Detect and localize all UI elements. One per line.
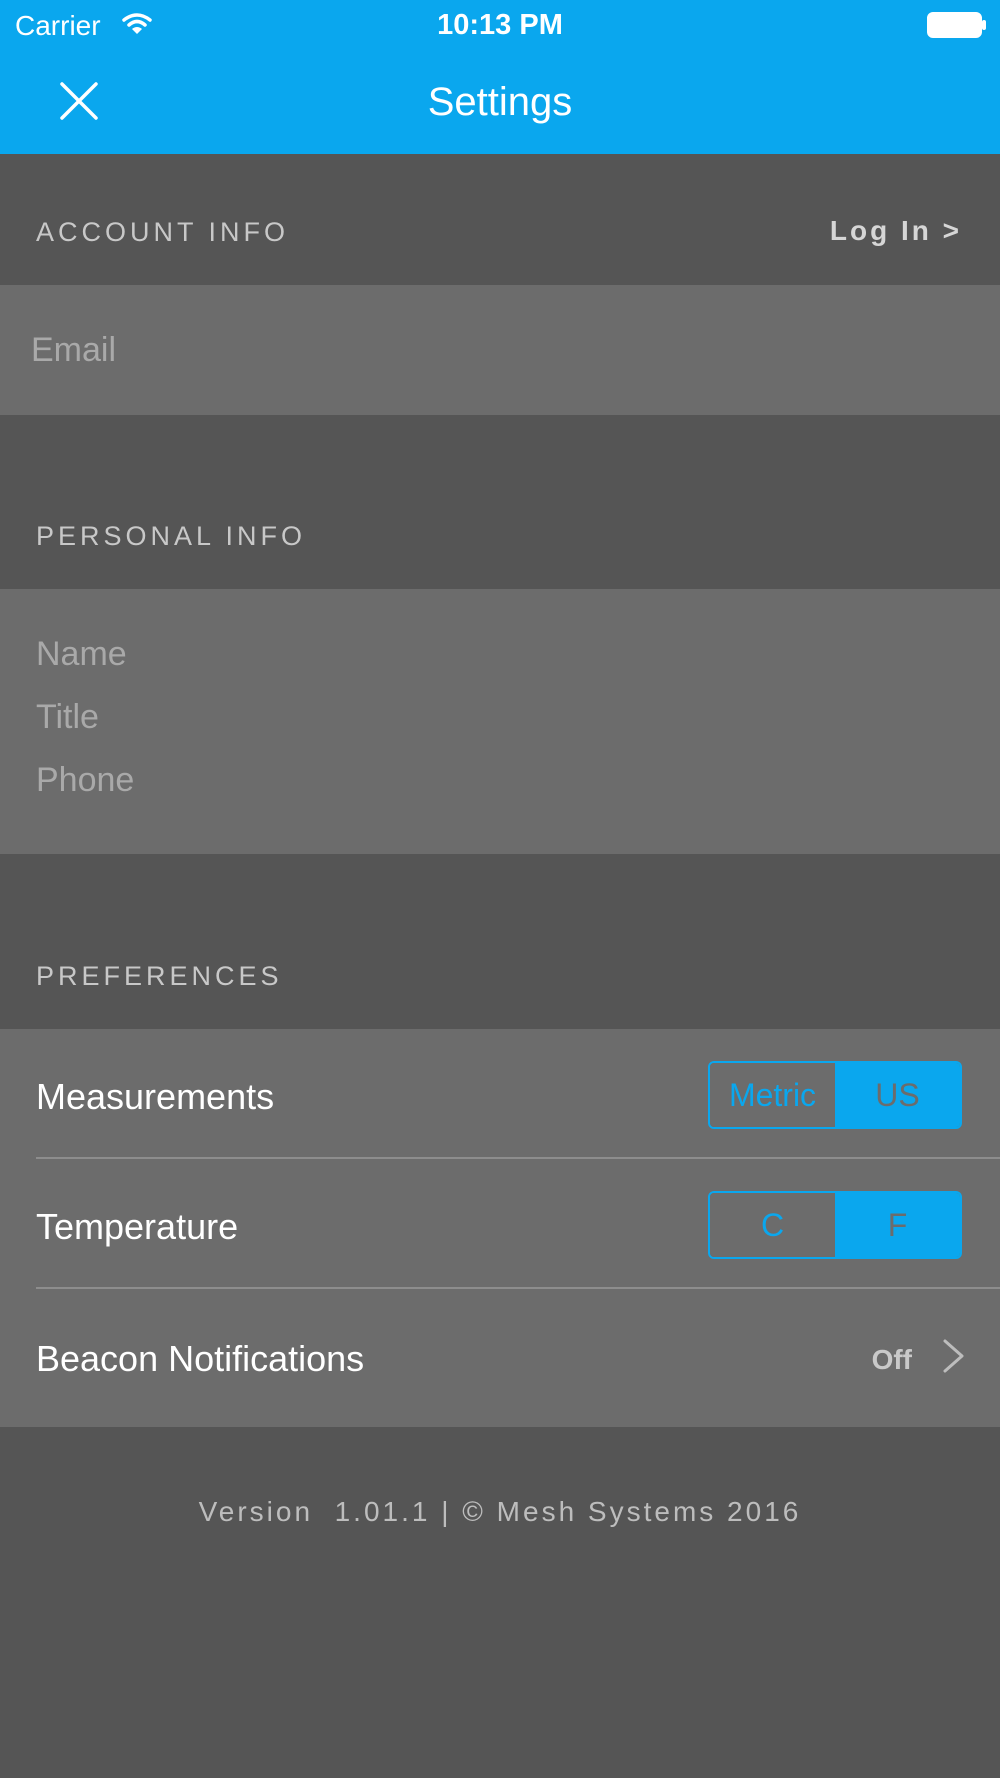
preferences-panel: Measurements Metric US Temperature C F B… [0, 1029, 1000, 1427]
us-option[interactable]: US [835, 1063, 960, 1127]
celsius-option[interactable]: C [710, 1193, 835, 1257]
account-info-label: ACCOUNT INFO [36, 217, 290, 247]
temperature-label: Temperature [36, 1206, 239, 1247]
preferences-header: PREFERENCES [0, 854, 1000, 1029]
page-title: Settings [427, 80, 573, 124]
personal-info-label: PERSONAL INFO [36, 521, 307, 551]
beacon-notifications-row[interactable]: Beacon Notifications Off [0, 1289, 1000, 1427]
divider [36, 1157, 1000, 1159]
measurements-toggle[interactable]: Metric US [708, 1061, 962, 1129]
login-link[interactable]: Log In > [830, 215, 962, 247]
personal-info-header: PERSONAL INFO [0, 415, 1000, 589]
beacon-notifications-label: Beacon Notifications [36, 1338, 365, 1379]
account-info-header: ACCOUNT INFO Log In > [0, 154, 1000, 285]
beacon-notifications-value: Off [871, 1344, 912, 1375]
nav-bar: Settings [0, 50, 1000, 154]
preferences-label: PREFERENCES [36, 961, 283, 991]
fahrenheit-option[interactable]: F [835, 1193, 960, 1257]
name-field[interactable] [36, 633, 956, 675]
chevron-right-icon [943, 1339, 964, 1373]
personal-info-panel [0, 589, 1000, 854]
account-info-panel [0, 285, 1000, 415]
status-bar: Carrier 10:13 PM [0, 0, 1000, 50]
metric-option[interactable]: Metric [710, 1063, 835, 1127]
header-bar: Carrier 10:13 PM Settings [0, 0, 1000, 154]
title-field[interactable] [36, 696, 956, 738]
measurements-label: Measurements [36, 1076, 275, 1117]
email-field[interactable] [31, 329, 961, 371]
temperature-toggle[interactable]: C F [708, 1191, 962, 1259]
phone-field[interactable] [36, 759, 956, 801]
version-footer: Version 1.01.1 | © Mesh Systems 2016 [198, 1496, 802, 1527]
status-time: 10:13 PM [437, 9, 563, 41]
battery-icon [927, 12, 986, 38]
